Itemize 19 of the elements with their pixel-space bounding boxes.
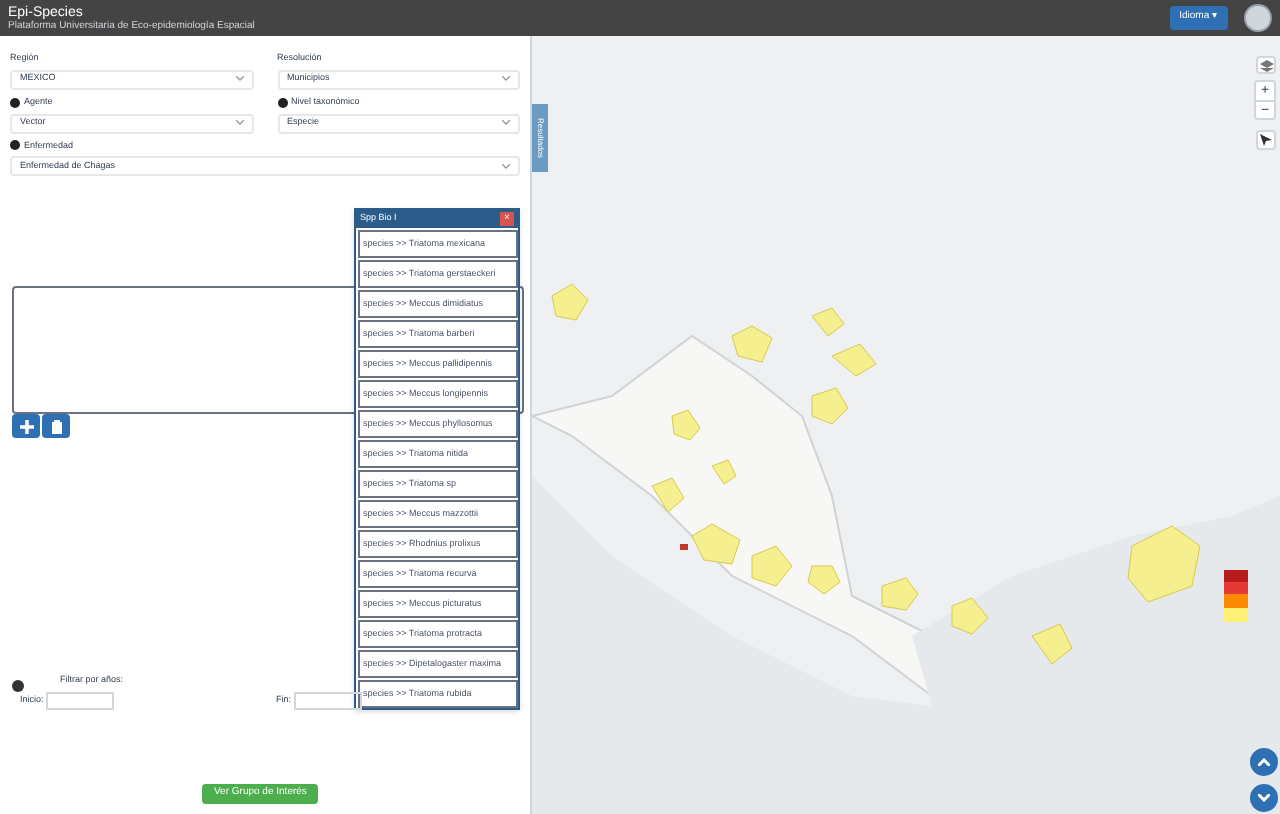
chevron-down-icon (502, 163, 510, 170)
chevron-down-icon (235, 120, 243, 126)
layers-button[interactable] (1256, 56, 1276, 74)
chevron-down-icon (502, 120, 510, 126)
add-button[interactable] (12, 414, 40, 438)
start-year-field[interactable] (45, 692, 114, 710)
locate-button[interactable] (1256, 130, 1276, 150)
chevron-down-icon (235, 76, 243, 83)
user-icon[interactable] (1244, 4, 1272, 32)
trash-icon (51, 419, 61, 433)
chevron-down-icon (502, 76, 510, 83)
legend-drawing (1224, 570, 1248, 622)
cursor-icon (1260, 134, 1272, 146)
chevron-down-icon (1258, 794, 1270, 802)
layers-icon (1259, 59, 1273, 71)
plus-icon (19, 419, 33, 433)
chevron-up-icon (1258, 758, 1270, 766)
delete-button[interactable] (42, 414, 70, 438)
end-year-field[interactable] (293, 692, 362, 710)
